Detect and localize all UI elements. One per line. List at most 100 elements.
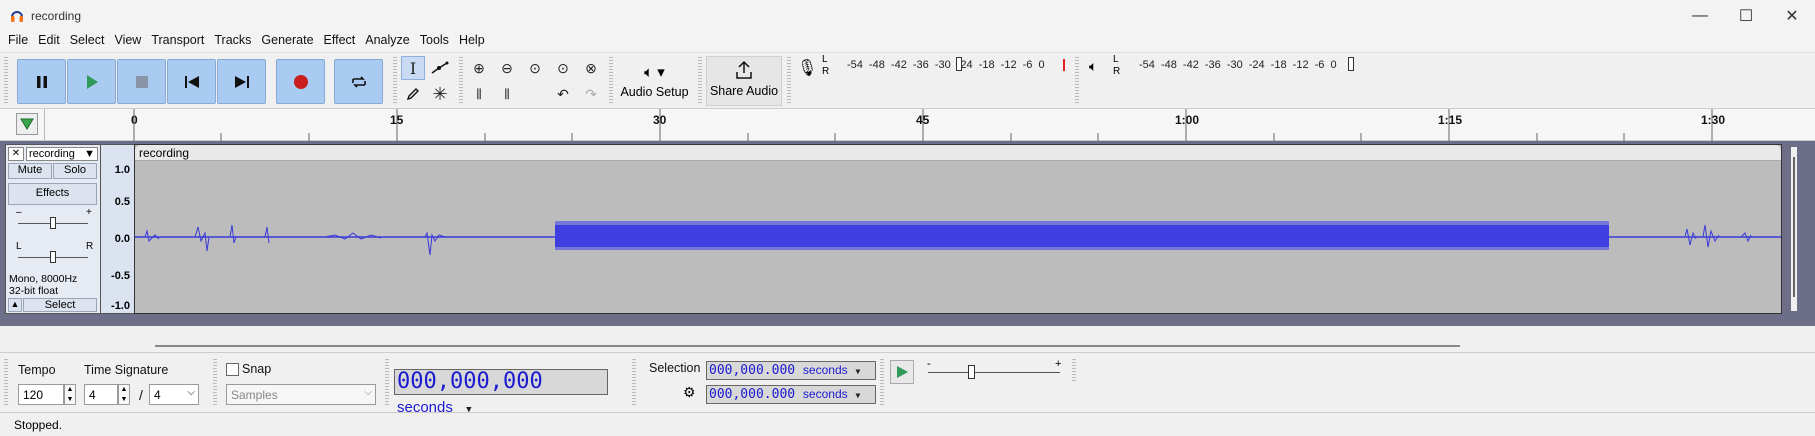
menu-select[interactable]: Select <box>65 30 110 52</box>
multi-tool[interactable]: ✳ <box>428 82 452 106</box>
timeline-ruler[interactable]: 0 15 30 45 1:00 1:15 1:30 <box>0 109 1815 141</box>
skip-to-end-button[interactable] <box>217 59 266 104</box>
fit-selection-button[interactable]: ⊙ <box>523 56 547 80</box>
collapse-track-button[interactable]: ▲ <box>8 298 22 312</box>
menu-transport[interactable]: Transport <box>146 30 209 52</box>
time-signature-slash: / <box>139 387 143 403</box>
skip-to-start-button[interactable] <box>167 59 216 104</box>
play-button[interactable] <box>67 59 116 104</box>
play-at-speed-grip[interactable] <box>880 359 884 407</box>
zoom-in-button[interactable]: ⊕ <box>467 56 491 80</box>
edit-grip[interactable] <box>459 57 463 105</box>
denominator-dropdown-icon: ⌵ <box>187 387 195 398</box>
redo-button[interactable]: ↷ <box>579 82 603 106</box>
end-grip[interactable] <box>1072 359 1076 383</box>
minimize-icon: — <box>1692 7 1708 24</box>
speed-minus-label: - <box>927 358 931 370</box>
silence-audio-button[interactable]: ⫼ <box>495 82 519 106</box>
fit-project-button[interactable]: ⊙ <box>551 56 575 80</box>
play-level-thumb[interactable] <box>1348 57 1354 71</box>
silence-icon: ⫼ <box>504 86 510 101</box>
track-format-info: Mono, 8000Hz 32-bit float <box>9 273 77 297</box>
menu-tracks[interactable]: Tracks <box>209 30 256 52</box>
mute-button[interactable]: Mute <box>8 163 52 179</box>
record-meter-grip[interactable] <box>787 57 791 105</box>
vertical-scrollbar[interactable] <box>1791 147 1797 311</box>
time-grip[interactable] <box>385 359 389 407</box>
menu-view[interactable]: View <box>109 30 146 52</box>
selection-end-units: seconds <box>802 387 848 401</box>
pause-button[interactable] <box>17 59 66 104</box>
share-audio-button[interactable]: Share Audio <box>706 56 782 106</box>
zoom-toggle-button[interactable]: ⊗ <box>579 56 603 80</box>
stop-button[interactable] <box>117 59 166 104</box>
selection-start-display[interactable]: 000,000.000 seconds ▼ <box>706 361 876 380</box>
num-up-icon: ▲ <box>120 386 128 393</box>
audio-clip[interactable]: recording <box>134 144 1782 314</box>
loop-button[interactable] <box>334 59 383 104</box>
collapse-up-icon: ▲ <box>10 299 20 309</box>
track-format-line2: 32-bit float <box>9 285 59 297</box>
track-close-button[interactable]: ✕ <box>8 147 24 161</box>
selection-settings-icon[interactable]: ⚙ <box>683 384 696 401</box>
effects-button[interactable]: Effects <box>8 183 97 205</box>
horizontal-scrollbar-thumb[interactable] <box>155 345 1460 347</box>
zoom-in-icon: ⊕ <box>473 59 485 76</box>
record-meter[interactable] <box>835 56 1068 76</box>
menu-edit[interactable]: Edit <box>33 30 65 52</box>
menu-file[interactable]: File <box>3 30 33 52</box>
snap-grip[interactable] <box>213 359 217 407</box>
envelope-tool[interactable] <box>428 56 452 80</box>
amplitude-scale[interactable]: 1.0 0.5 0.0 -0.5 -1.0 <box>101 144 134 314</box>
select-track-button[interactable]: Select <box>23 298 97 312</box>
clip-header[interactable]: recording <box>135 145 1781 161</box>
time-signature-numerator[interactable]: 4 <box>84 384 118 405</box>
selection-grip[interactable] <box>632 359 636 407</box>
audio-setup-grip[interactable] <box>609 57 613 105</box>
share-grip[interactable] <box>698 57 702 105</box>
zoom-out-button[interactable]: ⊖ <box>495 56 519 80</box>
numerator-spinner[interactable]: ▲ ▼ <box>118 384 130 405</box>
record-level-thumb[interactable] <box>956 57 962 71</box>
track-menu-button[interactable]: recording ▼ <box>26 147 98 161</box>
tempo-spinner[interactable]: ▲ ▼ <box>64 384 76 405</box>
audio-setup-button[interactable]: 🔈︎ ▾ Audio Setup <box>618 56 691 106</box>
tools-grip[interactable] <box>393 57 397 105</box>
play-meter-grip[interactable] <box>1075 57 1079 105</box>
time-signature-denominator[interactable]: 4 ⌵ <box>149 384 199 405</box>
toolbar-grip[interactable] <box>4 57 8 105</box>
selection-end-display[interactable]: 000,000.000 seconds ▼ <box>706 385 876 404</box>
maximize-button[interactable]: ☐ <box>1723 0 1769 32</box>
gain-slider[interactable] <box>50 217 56 229</box>
snap-select[interactable]: Samples ⌵ <box>226 384 376 405</box>
menu-analyze[interactable]: Analyze <box>360 30 414 52</box>
snap-checkbox[interactable] <box>226 363 239 376</box>
menu-effect[interactable]: Effect <box>319 30 361 52</box>
menu-generate[interactable]: Generate <box>256 30 318 52</box>
undo-button[interactable]: ↶ <box>551 82 575 106</box>
speed-plus-label: + <box>1055 358 1062 370</box>
horizontal-scroll-area <box>0 326 1815 352</box>
speed-slider[interactable] <box>968 365 975 379</box>
draw-tool[interactable] <box>401 82 425 106</box>
solo-button[interactable]: Solo <box>53 163 97 179</box>
minimize-button[interactable]: — <box>1677 0 1723 32</box>
tempo-input[interactable]: 120 <box>18 384 64 405</box>
skip-to-start-icon <box>184 75 199 88</box>
zoom-out-icon: ⊖ <box>501 59 513 76</box>
play-meter-scale: -54 -48 -42 -36 -30 -24 -18 -12 -6 0 <box>1139 59 1337 71</box>
menu-tools[interactable]: Tools <box>415 30 454 52</box>
vertical-scrollbar-thumb[interactable] <box>1793 157 1795 297</box>
pan-slider[interactable] <box>50 251 56 263</box>
play-at-speed-button[interactable] <box>890 360 914 384</box>
gain-plus-label: + <box>86 207 92 218</box>
record-button[interactable] <box>276 59 325 104</box>
close-button[interactable]: ✕ <box>1769 0 1815 32</box>
trim-audio-button[interactable]: ⫼ <box>467 82 491 106</box>
play-icon <box>86 74 98 89</box>
pencil-icon <box>406 88 419 101</box>
menu-help[interactable]: Help <box>454 30 490 52</box>
time-display[interactable]: 000,000,000 seconds ▼ <box>394 369 608 416</box>
selection-tool[interactable]: I <box>401 56 425 80</box>
tempo-grip[interactable] <box>4 359 8 407</box>
